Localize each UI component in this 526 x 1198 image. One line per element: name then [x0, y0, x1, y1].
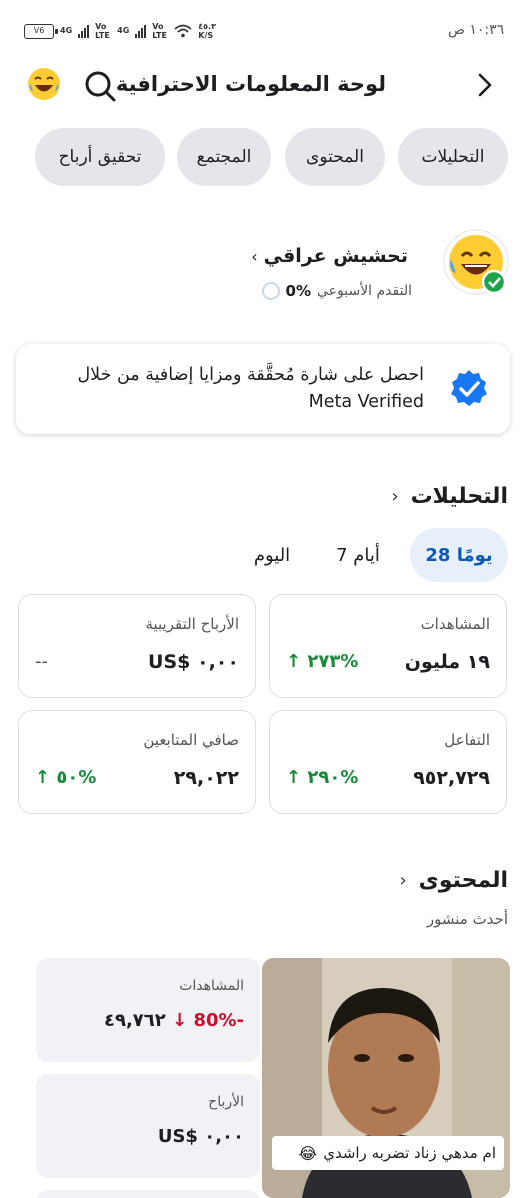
signal-icon-2 [135, 24, 147, 38]
post-earnings-label: الأرباح [208, 1094, 244, 1110]
stat-change: ↑ ٢٧٣% [286, 651, 359, 672]
chevron-right-small-icon: › [391, 486, 399, 507]
period-today[interactable]: اليوم [240, 528, 304, 582]
stat-value: ١٩ مليون [404, 651, 490, 673]
chevron-right-icon[interactable] [470, 70, 500, 100]
content-title: المحتوى [418, 868, 508, 893]
avatar[interactable] [443, 229, 509, 295]
tab-content[interactable]: المحتوى [285, 128, 385, 186]
stat-label: المشاهدات [420, 615, 490, 633]
post-next-card[interactable] [36, 1190, 260, 1198]
network-speed: ٤٥.٣ K/S [198, 22, 216, 40]
status-bar: V6 4G Vo LTE 4G Vo LTE ٤٥.٣ K/S ١٠:٣٦ ص [0, 0, 526, 64]
verified-badge-icon [451, 370, 487, 406]
verified-promo-text: احصل على شارة مُحقَّقة ومزايا إضافية من … [77, 365, 424, 412]
stat-card-engagement[interactable]: التفاعل ٩٥٢,٧٢٩ ↑ ٢٩٠% [269, 710, 507, 814]
stat-change: ↑ ٥٠% [35, 767, 97, 788]
stat-card-net-followers[interactable]: صافي المتابعين ٢٩,٠٢٢ ↑ ٥٠% [18, 710, 256, 814]
tab-community[interactable]: المجتمع [177, 128, 271, 186]
stat-value: ٢٩,٠٢٢ [173, 767, 239, 789]
stat-card-earnings[interactable]: الأرباح التقريبية US$ ٠,٠٠ -- [18, 594, 256, 698]
profile-name-link[interactable]: ‹ تحشيش عراقي [251, 245, 408, 267]
chevron-right-small-icon: › [399, 870, 407, 891]
post-caption: 😂 ام مدهي زناد تضربه راشدي [272, 1136, 504, 1170]
stat-label: الأرباح التقريبية [145, 615, 239, 633]
post-earnings-card[interactable]: الأرباح US$ ٠,٠٠ [36, 1074, 260, 1178]
stat-change: -- [35, 651, 48, 672]
meta-verified-card[interactable]: احصل على شارة مُحقَّقة ومزايا إضافية من … [16, 344, 510, 434]
status-icons: V6 4G Vo LTE 4G Vo LTE ٤٥.٣ K/S [24, 22, 220, 40]
content-heading[interactable]: › المحتوى [399, 868, 508, 893]
period-7-days[interactable]: 7 أيام [326, 528, 390, 582]
dashboard-tabs: التحليلات المحتوى المجتمع تحقيق أرباح [0, 128, 526, 186]
post-views-value: ٤٩,٧٦٢ [104, 1010, 166, 1031]
wifi-icon [174, 24, 192, 38]
post-earnings-value: US$ ٠,٠٠ [157, 1126, 244, 1147]
stat-change: ↑ ٢٩٠% [286, 767, 359, 788]
profile-name: تحشيش عراقي [263, 245, 408, 267]
post-views-card[interactable]: المشاهدات ٤٩,٧٦٢ ↓ 80%- [36, 958, 260, 1062]
laughing-emoji-icon[interactable] [26, 66, 62, 102]
stat-label: التفاعل [444, 731, 490, 749]
post-views-row: ٤٩,٧٦٢ ↓ 80%- [104, 1010, 244, 1031]
analytics-heading[interactable]: › التحليلات [391, 484, 508, 509]
network-label-1: 4G [60, 26, 73, 35]
post-views-change: 80%- [193, 1010, 244, 1031]
tab-analytics[interactable]: التحليلات [398, 128, 508, 186]
post-caption-text: ام مدهي زناد تضربه راشدي [323, 1144, 496, 1162]
battery-icon: V6 [24, 23, 58, 39]
stat-card-views[interactable]: المشاهدات ١٩ مليون ↑ ٢٧٣% [269, 594, 507, 698]
volte-label-1: Vo LTE [95, 22, 110, 40]
progress-value: 0% [285, 282, 311, 300]
battery-label: V6 [33, 25, 45, 35]
arrow-up-icon: ↑ [35, 767, 51, 788]
stat-value: US$ ٠,٠٠ [148, 651, 239, 673]
progress-label: التقدم الأسبوعي [316, 283, 412, 299]
chevron-left-icon: ‹ [251, 246, 258, 266]
status-time: ١٠:٣٦ ص [448, 22, 505, 38]
stat-label: صافي المتابعين [143, 731, 239, 749]
analytics-title: التحليلات [410, 484, 508, 509]
signal-icon [78, 24, 90, 38]
progress-ring-icon [261, 282, 280, 300]
page-title: لوحة المعلومات الاحترافية [115, 72, 386, 96]
volte-label-2: Vo LTE [152, 22, 167, 40]
post-views-label: المشاهدات [179, 978, 244, 994]
period-28-days[interactable]: 28 يومًا [410, 528, 508, 582]
weekly-progress: 0% التقدم الأسبوعي [261, 282, 412, 300]
laughing-emoji-icon: 😂 [298, 1143, 318, 1163]
tab-monetization[interactable]: تحقيق أرباح [35, 128, 165, 186]
arrow-up-icon: ↑ [286, 767, 302, 788]
stat-value: ٩٥٢,٧٢٩ [413, 767, 490, 789]
search-icon[interactable] [82, 68, 118, 104]
arrow-down-icon: ↓ [172, 1010, 188, 1031]
network-label-2: 4G [117, 26, 130, 35]
latest-post-label: أحدث منشور [426, 910, 508, 928]
arrow-up-icon: ↑ [286, 651, 302, 672]
app-header: لوحة المعلومات الاحترافية [0, 60, 526, 112]
